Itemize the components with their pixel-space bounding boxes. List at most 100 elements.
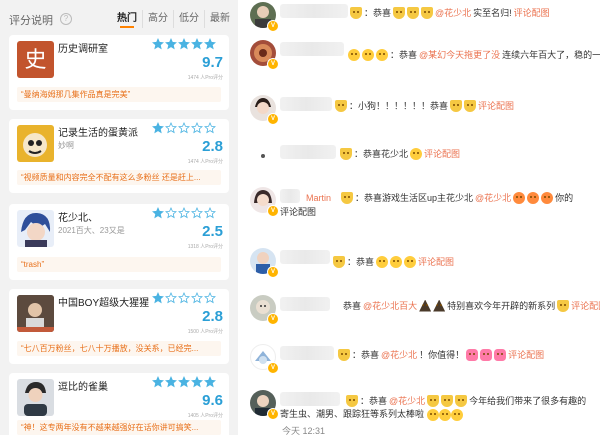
- star-icon: [152, 122, 164, 134]
- comment-image-link[interactable]: 评论配图: [514, 6, 550, 19]
- comment-image-link[interactable]: 评论配图: [418, 255, 454, 268]
- username-link[interactable]: Martin: [306, 193, 331, 203]
- blurred-username: [280, 392, 340, 406]
- comment-text: Martin ：恭喜游戏生活区up主花少北 @花少北 你的: [306, 191, 573, 204]
- tab-low[interactable]: 低分: [174, 10, 205, 28]
- heart-emoji-icon: [494, 348, 507, 361]
- card-quote: “神！这专两年没有不越来越强好在话你讲可搞笑...: [17, 420, 221, 435]
- comment-body: 特别喜欢今年开辟的新系列: [447, 301, 556, 311]
- rating-card[interactable]: 记录生活的蛋黄派 妙啊 2.8 1474 人Pro评分 “视频质量和内容完全不配…: [9, 119, 229, 193]
- star-icon: [165, 292, 177, 304]
- mention-link[interactable]: @花少北: [381, 348, 417, 361]
- star-icon: [152, 38, 164, 50]
- star-icon: [191, 292, 203, 304]
- party-popper-icon: [433, 299, 446, 312]
- party-popper-icon: [419, 299, 432, 312]
- card-score: 2.8: [202, 138, 223, 155]
- rating-card[interactable]: 史 历史调研室 9.7 1474 人Pro评分 “曼纳海姆那几集作品真是完美”: [9, 35, 229, 110]
- star-icon: [191, 207, 203, 219]
- crown-emoji-icon: [407, 6, 420, 19]
- comment-text: ：恭喜 @花少北 ！你值得！ 评论配图: [338, 348, 544, 361]
- tab-latest[interactable]: 最新: [205, 10, 235, 28]
- mention-link[interactable]: @某幻今天拖更了没: [419, 48, 500, 61]
- mention-link[interactable]: @花少北: [475, 191, 511, 204]
- grin-emoji-icon: [376, 48, 388, 61]
- help-icon[interactable]: ?: [60, 13, 72, 25]
- comment-prefix: ：小狗！！！！！！恭喜: [349, 101, 449, 111]
- star-rating: [152, 38, 216, 50]
- verified-badge-icon: V: [267, 20, 279, 32]
- tab-high[interactable]: 高分: [143, 10, 174, 28]
- comment-timestamp: 今天 12:31: [282, 426, 326, 436]
- card-name: 记录生活的蛋黄派: [58, 128, 138, 139]
- tab-hot[interactable]: 热门: [112, 10, 143, 28]
- comment-image-link[interactable]: 评论配图: [571, 299, 600, 312]
- rating-card[interactable]: 中国BOY超级大猩猩 2.8 1500 人Pro评分 “七八百万粉丝，七八十万播…: [9, 289, 229, 364]
- heart-emoji-icon: [466, 348, 479, 361]
- comment-image-link[interactable]: 评论配图: [424, 147, 460, 160]
- rating-count: 1318 人Pro评分: [187, 244, 223, 250]
- mention-link[interactable]: @花少北: [435, 6, 471, 19]
- wink-emoji-icon: [410, 147, 423, 160]
- card-name: 历史调研室: [58, 44, 108, 55]
- verified-badge-icon: V: [267, 313, 279, 325]
- comment-text: ：恭喜花少北 评论配图: [340, 147, 460, 160]
- star-icon: [204, 292, 216, 304]
- party-emoji-icon: [541, 191, 554, 204]
- comment-text: 恭喜 @花少北百大 特别喜欢今年开辟的新系列 评论配图: [343, 299, 600, 312]
- star-icon: [204, 122, 216, 134]
- comment-continuation: 寄生虫、潮男、跟踪狂等系列太棒啦: [280, 407, 463, 421]
- card-score: 9.7: [202, 54, 223, 71]
- comment-body: ！你值得！: [419, 350, 465, 360]
- comment-text: ：恭喜 @花少北 今年给我们带来了很多有趣的: [346, 394, 586, 407]
- star-icon: [178, 376, 190, 388]
- party-emoji-icon: [513, 191, 526, 204]
- heart-eyes-emoji-icon: [376, 255, 389, 268]
- avatar: [17, 125, 54, 162]
- crown-emoji-icon: [338, 348, 350, 361]
- card-quote: “视频质量和内容完全不配有这么多粉丝 还是赶上...: [17, 170, 221, 185]
- mention-link[interactable]: @花少北: [389, 394, 425, 407]
- card-name: 中国BOY超级大猩猩: [58, 298, 150, 309]
- card-name: 逗比的雀巢: [58, 382, 108, 393]
- card-quote: “七八百万粉丝，七八十万播放，没关系，已经完...: [17, 341, 221, 356]
- comment-body: 实至名归!: [473, 8, 512, 18]
- rating-card[interactable]: 逗比的雀巢 9.6 1405 人Pro评分 “神！这专两年没有不越来越强好在话你…: [9, 373, 229, 435]
- card-quote: “trash”: [17, 257, 221, 272]
- comment-text: ：恭喜 评论配图: [333, 255, 454, 268]
- star-icon: [165, 376, 177, 388]
- card-score: 9.6: [202, 392, 223, 409]
- verified-badge-icon: V: [267, 362, 279, 374]
- blurred-username: [280, 346, 334, 360]
- rating-title: 评分说明: [9, 15, 53, 27]
- star-icon: [165, 207, 177, 219]
- comment-prefix: ：恭喜: [347, 257, 375, 267]
- rating-card[interactable]: 花少北、 2021百大、23又是 2.5 1318 人Pro评分 “trash”: [9, 204, 229, 280]
- crown-emoji-icon: [450, 99, 463, 112]
- heart-emoji-icon: [480, 348, 493, 361]
- star-rating: [152, 376, 216, 388]
- comment-row: V ：小狗！！！！！！恭喜 评论配图: [238, 95, 600, 135]
- comment-image-link[interactable]: 评论配图: [280, 205, 316, 218]
- comment-list: V ：恭喜 @花少北 实至名归! 评论配图 V ：恭喜 @某幻今天拖更了没 连续…: [238, 0, 600, 436]
- avatar[interactable]: [250, 143, 276, 169]
- verified-badge-icon: V: [267, 408, 279, 420]
- blurred-username: [280, 297, 330, 311]
- comment-prefix: ：恭喜: [390, 50, 418, 60]
- rating-count: 1405 人Pro评分: [187, 413, 223, 419]
- comment-image-link[interactable]: 评论配图: [508, 348, 544, 361]
- star-icon: [165, 122, 177, 134]
- laugh-emoji-icon: [426, 408, 439, 421]
- mention-link[interactable]: @花少北百大: [363, 299, 417, 312]
- avatar: [17, 379, 54, 416]
- comment-row: V 恭喜 @花少北百大 特别喜欢今年开辟的新系列 评论配图: [238, 295, 600, 335]
- card-subtitle: 2021百大、23又是: [58, 226, 125, 235]
- rating-count: 1474 人Pro评分: [187, 159, 223, 165]
- comment-text: ：恭喜 @某幻今天拖更了没 连续六年百大了，稳的一比: [348, 48, 600, 61]
- crown-emoji-icon: [346, 394, 358, 407]
- crown-emoji-icon: [421, 6, 434, 19]
- comment-row: V ：恭喜 @花少北 实至名归! 评论配图: [238, 2, 600, 42]
- star-rating: [152, 292, 216, 304]
- card-name: 花少北、: [58, 213, 98, 224]
- comment-image-link[interactable]: 评论配图: [478, 99, 514, 112]
